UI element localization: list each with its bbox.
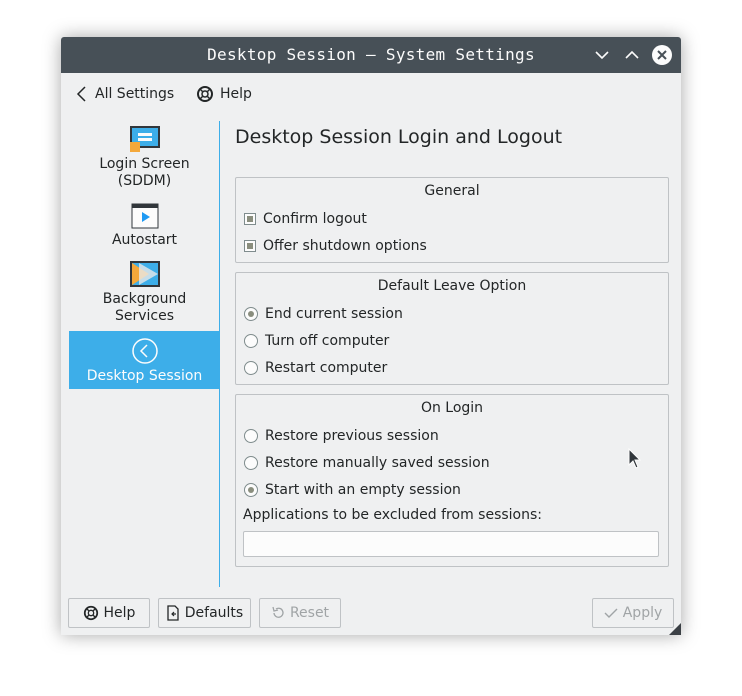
mouse-cursor-icon xyxy=(628,448,642,469)
sidebar-item-login-screen[interactable]: Login Screen (SDDM) xyxy=(69,125,220,205)
general-group-title: General xyxy=(424,183,480,199)
radio-circle[interactable] xyxy=(244,334,258,348)
sidebar-divider xyxy=(219,121,220,587)
restore-saved-session-radio[interactable]: Restore manually saved session xyxy=(244,453,490,473)
help-button[interactable]: Help xyxy=(68,598,150,628)
reset-button[interactable]: Reset xyxy=(259,598,341,628)
reset-button-label: Reset xyxy=(289,605,330,621)
help-nav-button[interactable]: Help xyxy=(196,83,252,105)
sidebar-item-label: Autostart xyxy=(111,232,178,248)
radio-label: Start with an empty session xyxy=(265,482,461,498)
radio-label: Turn off computer xyxy=(265,333,390,349)
minimize-icon[interactable] xyxy=(591,44,613,66)
close-icon[interactable] xyxy=(651,44,673,66)
turn-off-computer-radio[interactable]: Turn off computer xyxy=(244,331,389,351)
all-settings-label: All Settings xyxy=(95,86,175,102)
radio-label: End current session xyxy=(265,306,403,322)
sidebar-item-desktop-session[interactable]: Desktop Session xyxy=(69,331,220,389)
login-group-title: On Login xyxy=(420,400,484,416)
exclude-apps-label: Applications to be excluded from session… xyxy=(243,507,542,523)
help-button-label: Help xyxy=(103,605,136,621)
radio-circle[interactable] xyxy=(244,456,258,470)
sidebar-item-label: Desktop Session xyxy=(86,368,203,384)
sidebar-item-autostart[interactable]: Autostart xyxy=(69,203,220,255)
checkbox-box[interactable] xyxy=(244,213,256,225)
restore-previous-session-radio[interactable]: Restore previous session xyxy=(244,426,439,446)
sidebar-item-label: Background Services xyxy=(102,291,187,324)
radio-circle[interactable] xyxy=(244,483,258,497)
defaults-button-label: Defaults xyxy=(184,605,244,621)
exclude-apps-input[interactable] xyxy=(243,531,659,557)
system-settings-window: Desktop Session — System Settings All Se… xyxy=(61,37,681,635)
undo-icon xyxy=(272,606,284,618)
leave-group-title: Default Leave Option xyxy=(377,278,527,294)
background-services-icon xyxy=(129,261,160,287)
all-settings-button[interactable]: All Settings xyxy=(75,83,174,105)
resize-grip[interactable] xyxy=(669,623,681,635)
radio-circle[interactable] xyxy=(244,429,258,443)
checkmark-icon xyxy=(604,608,618,618)
default-leave-option-group: Default Leave Option End current session… xyxy=(235,272,669,385)
document-revert-icon xyxy=(167,605,179,621)
page-title: Desktop Session Login and Logout xyxy=(235,126,563,148)
lifebuoy-icon xyxy=(83,605,98,621)
radio-circle[interactable] xyxy=(244,361,258,375)
confirm-logout-checkbox[interactable]: Confirm logout xyxy=(244,209,367,229)
sidebar-item-label: Login Screen (SDDM) xyxy=(99,156,190,189)
sidebar: Login Screen (SDDM) Autostart Background… xyxy=(69,119,220,589)
general-group: General Confirm logout Offer shutdown op… xyxy=(235,177,669,263)
confirm-logout-label: Confirm logout xyxy=(263,211,367,227)
titlebar[interactable]: Desktop Session — System Settings xyxy=(61,37,681,73)
desktop-session-icon xyxy=(131,338,158,364)
window-title: Desktop Session — System Settings xyxy=(207,45,535,64)
defaults-button[interactable]: Defaults xyxy=(158,598,251,628)
sidebar-item-background-services[interactable]: Background Services xyxy=(69,260,220,324)
radio-circle[interactable] xyxy=(244,307,258,321)
autostart-icon xyxy=(131,203,158,229)
radio-label: Restore manually saved session xyxy=(265,455,490,471)
back-arrow-icon xyxy=(76,86,86,102)
radio-label: Restore previous session xyxy=(265,428,439,444)
navigation-toolbar: All Settings Help xyxy=(61,73,681,113)
help-nav-label: Help xyxy=(220,86,252,102)
checkbox-box[interactable] xyxy=(244,240,256,252)
offer-shutdown-label: Offer shutdown options xyxy=(263,238,427,254)
apply-button[interactable]: Apply xyxy=(592,598,674,628)
apply-button-label: Apply xyxy=(622,605,663,621)
end-current-session-radio[interactable]: End current session xyxy=(244,304,403,324)
lifebuoy-icon xyxy=(197,86,213,102)
offer-shutdown-checkbox[interactable]: Offer shutdown options xyxy=(244,236,427,256)
login-screen-icon xyxy=(129,126,160,152)
restart-computer-radio[interactable]: Restart computer xyxy=(244,358,387,378)
radio-label: Restart computer xyxy=(265,360,388,376)
maximize-icon[interactable] xyxy=(621,44,643,66)
on-login-group: On Login Restore previous session Restor… xyxy=(235,394,669,567)
start-empty-session-radio[interactable]: Start with an empty session xyxy=(244,480,461,500)
